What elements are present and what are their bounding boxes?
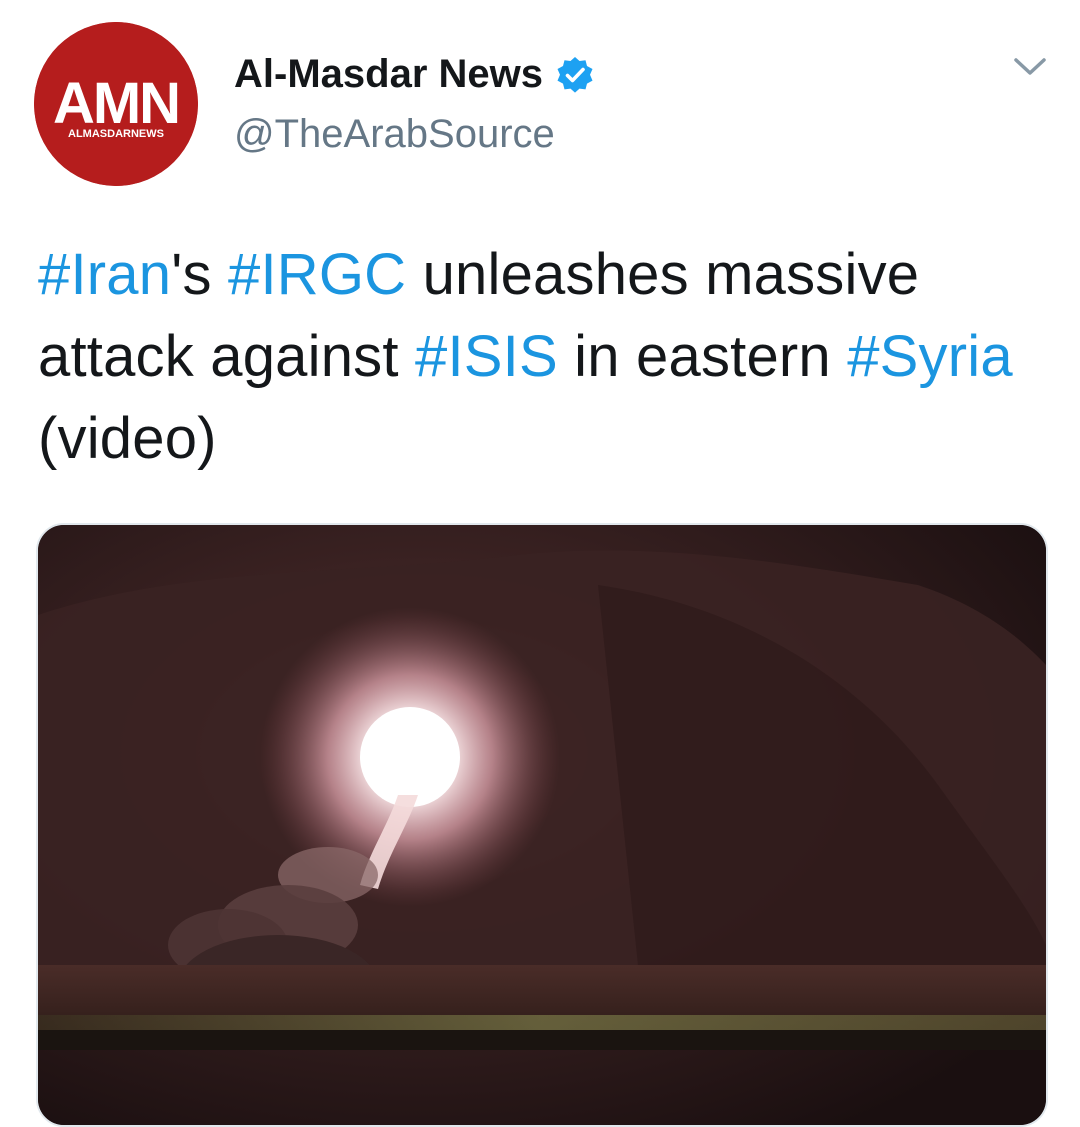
verified-badge-icon (555, 55, 595, 95)
hashtag-syria[interactable]: #Syria (847, 324, 1013, 389)
media-photo[interactable] (36, 523, 1048, 1127)
avatar[interactable]: AMN ALMASDARNEWS (34, 22, 198, 186)
display-name[interactable]: Al-Masdar News (234, 52, 543, 97)
user-handle[interactable]: @TheArabSource (234, 112, 555, 157)
chevron-down-icon[interactable] (1010, 52, 1050, 82)
missile-launch-photo (38, 525, 1046, 1125)
tweet-text-segment: 's (171, 242, 228, 307)
tweet-text-segment: in eastern (557, 324, 848, 389)
avatar-logo-subtext: ALMASDARNEWS (68, 128, 164, 140)
tweet-text: #Iran's #IRGC unleashes massive attack a… (38, 234, 1048, 480)
tweet-text-segment: (video) (38, 406, 217, 471)
avatar-logo-text: AMN (53, 71, 179, 136)
hashtag-iran[interactable]: #Iran (38, 242, 171, 307)
display-name-row[interactable]: Al-Masdar News (234, 52, 595, 97)
hashtag-irgc[interactable]: #IRGC (228, 242, 406, 307)
hashtag-isis[interactable]: #ISIS (415, 324, 558, 389)
